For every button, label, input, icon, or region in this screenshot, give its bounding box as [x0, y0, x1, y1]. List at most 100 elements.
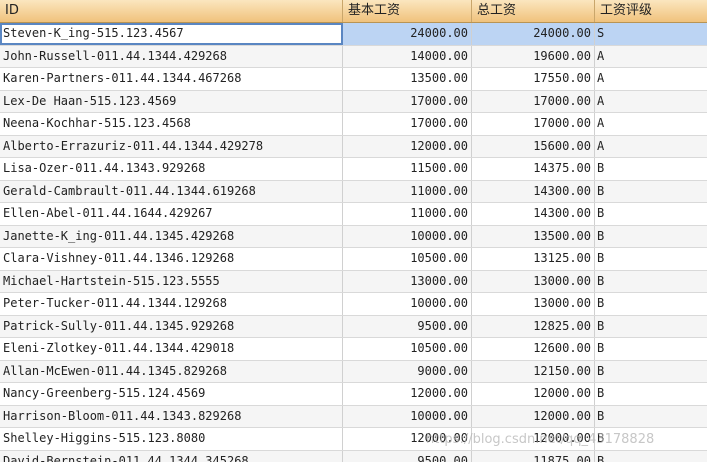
total-salary-cell[interactable]: 17000.00	[472, 90, 595, 112]
total-salary-cell[interactable]: 14300.00	[472, 180, 595, 202]
table-row[interactable]: Lisa-Ozer-011.44.1343.929268 11500.00 1437…	[0, 158, 707, 181]
base-salary-cell[interactable]: 11000.00	[343, 180, 472, 202]
base-salary-cell[interactable]: 17000.00	[343, 113, 472, 135]
total-salary-cell[interactable]: 13000.00	[472, 293, 595, 315]
base-salary-cell[interactable]: 10500.00	[343, 338, 472, 360]
table-row[interactable]: Eleni-Zlotkey-011.44.1344.429018 10500.00…	[0, 338, 707, 361]
total-salary-cell[interactable]: 14375.00	[472, 158, 595, 180]
grade-cell[interactable]: B	[595, 293, 707, 315]
base-salary-cell[interactable]: 14000.00	[343, 45, 472, 67]
total-salary-cell[interactable]: 11875.00	[472, 450, 595, 462]
grade-cell[interactable]: B	[595, 338, 707, 360]
grade-cell[interactable]: B	[595, 451, 707, 462]
base-salary-cell[interactable]: 9500.00	[343, 315, 472, 337]
id-cell[interactable]: Harrison-Bloom-011.44.1343.829268	[0, 405, 343, 427]
id-cell[interactable]: Neena-Kochhar-515.123.4568	[0, 113, 343, 135]
id-cell[interactable]: John-Russell-011.44.1344.429268	[0, 45, 343, 67]
base-salary-cell[interactable]: 24000.00	[343, 23, 472, 45]
table-row[interactable]: Nancy-Greenberg-515.124.4569 12000.00 1200…	[0, 383, 707, 406]
column-header-id[interactable]: ID	[0, 0, 343, 22]
grade-cell[interactable]: B	[595, 316, 707, 338]
base-salary-cell[interactable]: 9000.00	[343, 360, 472, 382]
column-header-total-salary[interactable]: 总工资	[472, 0, 595, 22]
grade-cell[interactable]: B	[595, 406, 707, 428]
grade-cell[interactable]: B	[595, 181, 707, 203]
id-cell[interactable]: Ellen-Abel-011.44.1644.429267	[0, 203, 343, 225]
base-salary-cell[interactable]: 11500.00	[343, 158, 472, 180]
id-cell[interactable]: Karen-Partners-011.44.1344.467268	[0, 68, 343, 90]
id-cell[interactable]: Clara-Vishney-011.44.1346.129268	[0, 248, 343, 270]
id-cell[interactable]: Steven-K_ing-515.123.4567	[0, 23, 343, 45]
id-cell[interactable]: Michael-Hartstein-515.123.5555	[0, 270, 343, 292]
table-row[interactable]: Janette-K_ing-011.44.1345.429268 10000.00…	[0, 225, 707, 248]
base-salary-cell[interactable]: 12000.00	[343, 135, 472, 157]
grade-cell[interactable]: B	[595, 203, 707, 225]
grade-cell[interactable]: A	[595, 113, 707, 135]
total-salary-cell[interactable]: 13125.00	[472, 248, 595, 270]
grade-cell[interactable]: B	[595, 226, 707, 248]
table-row[interactable]: Gerald-Cambrault-011.44.1344.619268 11000…	[0, 180, 707, 203]
table-row[interactable]: Steven-K_ing-515.123.4567 24000.00 24000.0…	[0, 23, 707, 46]
table-row[interactable]: Peter-Tucker-011.44.1344.129268 10000.00 1…	[0, 293, 707, 316]
grade-cell[interactable]: S	[595, 23, 707, 45]
table-row[interactable]: Alberto-Errazuriz-011.44.1344.429278 1200…	[0, 135, 707, 158]
table-row[interactable]: Michael-Hartstein-515.123.5555 13000.00 13…	[0, 270, 707, 293]
grade-cell[interactable]: B	[595, 383, 707, 405]
grade-cell[interactable]: B	[595, 361, 707, 383]
total-salary-cell[interactable]: 13000.00	[472, 270, 595, 292]
base-salary-cell[interactable]: 17000.00	[343, 90, 472, 112]
id-cell[interactable]: Allan-McEwen-011.44.1345.829268	[0, 360, 343, 382]
grade-cell[interactable]: B	[595, 271, 707, 293]
id-cell[interactable]: Gerald-Cambrault-011.44.1344.619268	[0, 180, 343, 202]
table-row[interactable]: Clara-Vishney-011.44.1346.129268 10500.00…	[0, 248, 707, 271]
total-salary-cell[interactable]: 17000.00	[472, 113, 595, 135]
id-cell[interactable]: Eleni-Zlotkey-011.44.1344.429018	[0, 338, 343, 360]
total-salary-cell[interactable]: 12150.00	[472, 360, 595, 382]
base-salary-cell[interactable]: 12000.00	[343, 383, 472, 405]
total-salary-cell[interactable]: 24000.00	[472, 23, 595, 45]
id-cell[interactable]: Alberto-Errazuriz-011.44.1344.429278	[0, 135, 343, 157]
id-cell[interactable]: Patrick-Sully-011.44.1345.929268	[0, 315, 343, 337]
grade-cell[interactable]: B	[595, 428, 707, 450]
grade-cell[interactable]: B	[595, 158, 707, 180]
table-row[interactable]: Karen-Partners-011.44.1344.467268 13500.0…	[0, 68, 707, 91]
base-salary-cell[interactable]: 11000.00	[343, 203, 472, 225]
base-salary-cell[interactable]: 13500.00	[343, 68, 472, 90]
total-salary-cell[interactable]: 12000.00	[472, 428, 595, 450]
total-salary-cell[interactable]: 15600.00	[472, 135, 595, 157]
grade-cell[interactable]: A	[595, 68, 707, 90]
total-salary-cell[interactable]: 12000.00	[472, 405, 595, 427]
base-salary-cell[interactable]: 10000.00	[343, 225, 472, 247]
grade-cell[interactable]: A	[595, 46, 707, 68]
table-row[interactable]: Ellen-Abel-011.44.1644.429267 11000.00 143…	[0, 203, 707, 226]
base-salary-cell[interactable]: 13000.00	[343, 270, 472, 292]
table-row[interactable]: Shelley-Higgins-515.123.8080 12000.00 1200…	[0, 428, 707, 451]
table-row[interactable]: Patrick-Sully-011.44.1345.929268 9500.00 1…	[0, 315, 707, 338]
base-salary-cell[interactable]: 10000.00	[343, 293, 472, 315]
id-cell[interactable]: David-Bernstein-011.44.1344.345268	[0, 450, 343, 462]
table-row[interactable]: Harrison-Bloom-011.44.1343.829268 10000.0…	[0, 405, 707, 428]
total-salary-cell[interactable]: 19600.00	[472, 45, 595, 67]
column-header-base-salary[interactable]: 基本工资	[343, 0, 472, 22]
total-salary-cell[interactable]: 12000.00	[472, 383, 595, 405]
grade-cell[interactable]: A	[595, 91, 707, 113]
base-salary-cell[interactable]: 10000.00	[343, 405, 472, 427]
table-row[interactable]: John-Russell-011.44.1344.429268 14000.00 1…	[0, 45, 707, 68]
column-header-grade[interactable]: 工资评级	[595, 0, 707, 22]
table-row[interactable]: Lex-De Haan-515.123.4569 17000.00 17000.00…	[0, 90, 707, 113]
table-row[interactable]: David-Bernstein-011.44.1344.345268 9500.0…	[0, 450, 707, 462]
total-salary-cell[interactable]: 12600.00	[472, 338, 595, 360]
id-cell[interactable]: Nancy-Greenberg-515.124.4569	[0, 383, 343, 405]
id-cell[interactable]: Janette-K_ing-011.44.1345.429268	[0, 225, 343, 247]
table-row[interactable]: Allan-McEwen-011.44.1345.829268 9000.00 12…	[0, 360, 707, 383]
base-salary-cell[interactable]: 9500.00	[343, 450, 472, 462]
total-salary-cell[interactable]: 13500.00	[472, 225, 595, 247]
id-cell[interactable]: Lex-De Haan-515.123.4569	[0, 90, 343, 112]
id-cell[interactable]: Peter-Tucker-011.44.1344.129268	[0, 293, 343, 315]
total-salary-cell[interactable]: 17550.00	[472, 68, 595, 90]
table-row[interactable]: Neena-Kochhar-515.123.4568 17000.00 17000.…	[0, 113, 707, 136]
id-cell[interactable]: Lisa-Ozer-011.44.1343.929268	[0, 158, 343, 180]
total-salary-cell[interactable]: 12825.00	[472, 315, 595, 337]
grade-cell[interactable]: A	[595, 136, 707, 158]
base-salary-cell[interactable]: 12000.00	[343, 428, 472, 450]
